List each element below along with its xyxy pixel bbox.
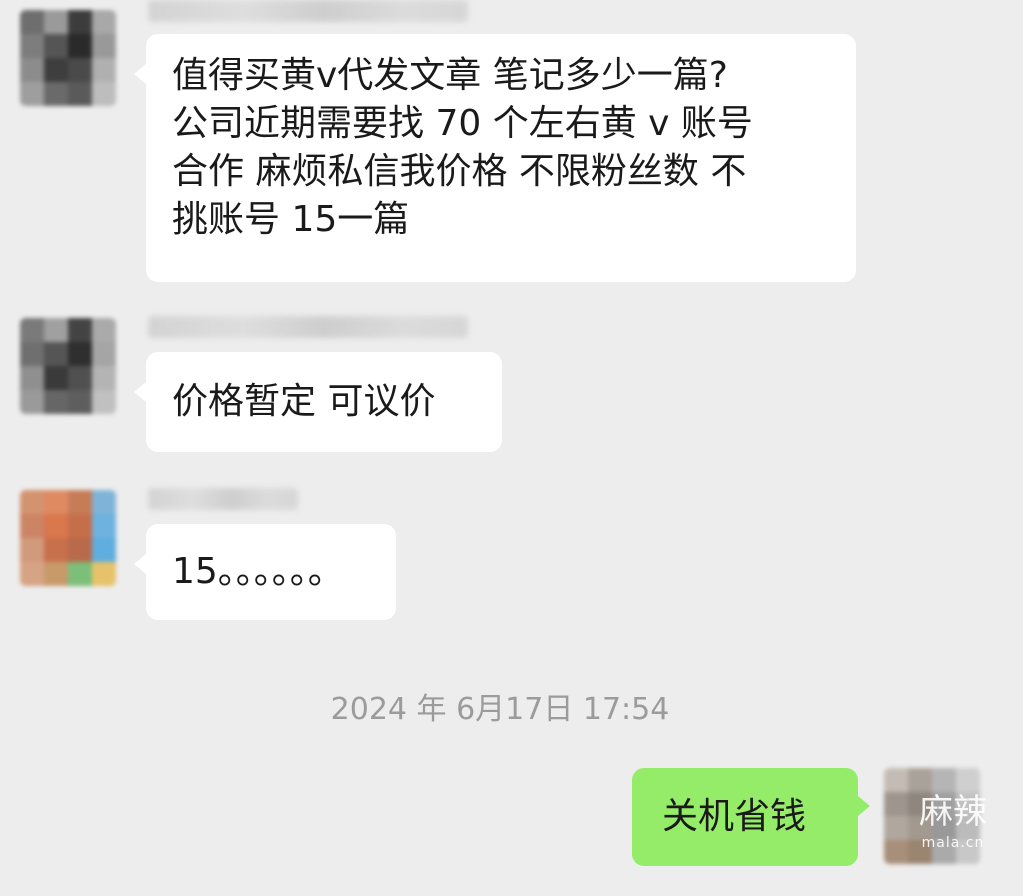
sender-name — [148, 488, 298, 510]
message-line: 价格暂定 可议价 — [172, 381, 436, 422]
avatar[interactable] — [20, 10, 116, 106]
watermark-url: mala.cn — [921, 835, 985, 851]
message-line: 公司近期需要找 70 个左右黄 v 账号 — [172, 103, 753, 144]
message-line: 关机省钱 — [662, 796, 807, 837]
watermark-text: 麻辣 — [919, 792, 987, 832]
message-bubble-outgoing[interactable]: 关机省钱 — [632, 768, 870, 866]
message-line: 15。。。。。。 — [172, 551, 344, 592]
message-bubble[interactable]: 值得买黄v代发文章 笔记多少一篇? 公司近期需要找 70 个左右黄 v 账号 合… — [134, 34, 856, 282]
watermark-logo: 麻辣 mala.cn — [913, 790, 993, 862]
avatar[interactable] — [20, 318, 116, 414]
message-line: 合作 麻烦私信我价格 不限粉丝数 不 — [172, 151, 747, 192]
message-line: 值得买黄v代发文章 笔记多少一篇? — [172, 55, 728, 96]
chat-window: 值得买黄v代发文章 笔记多少一篇? 公司近期需要找 70 个左右黄 v 账号 合… — [0, 0, 1023, 896]
message-bubble[interactable]: 价格暂定 可议价 — [134, 352, 502, 452]
avatar[interactable] — [20, 490, 116, 586]
timestamp: 2024 年 6月17日 17:54 — [330, 692, 670, 727]
sender-name — [148, 0, 468, 22]
message-line: 挑账号 15一篇 — [172, 199, 410, 240]
message-bubble[interactable]: 15。。。。。。 — [134, 524, 396, 620]
sender-name — [148, 316, 468, 338]
